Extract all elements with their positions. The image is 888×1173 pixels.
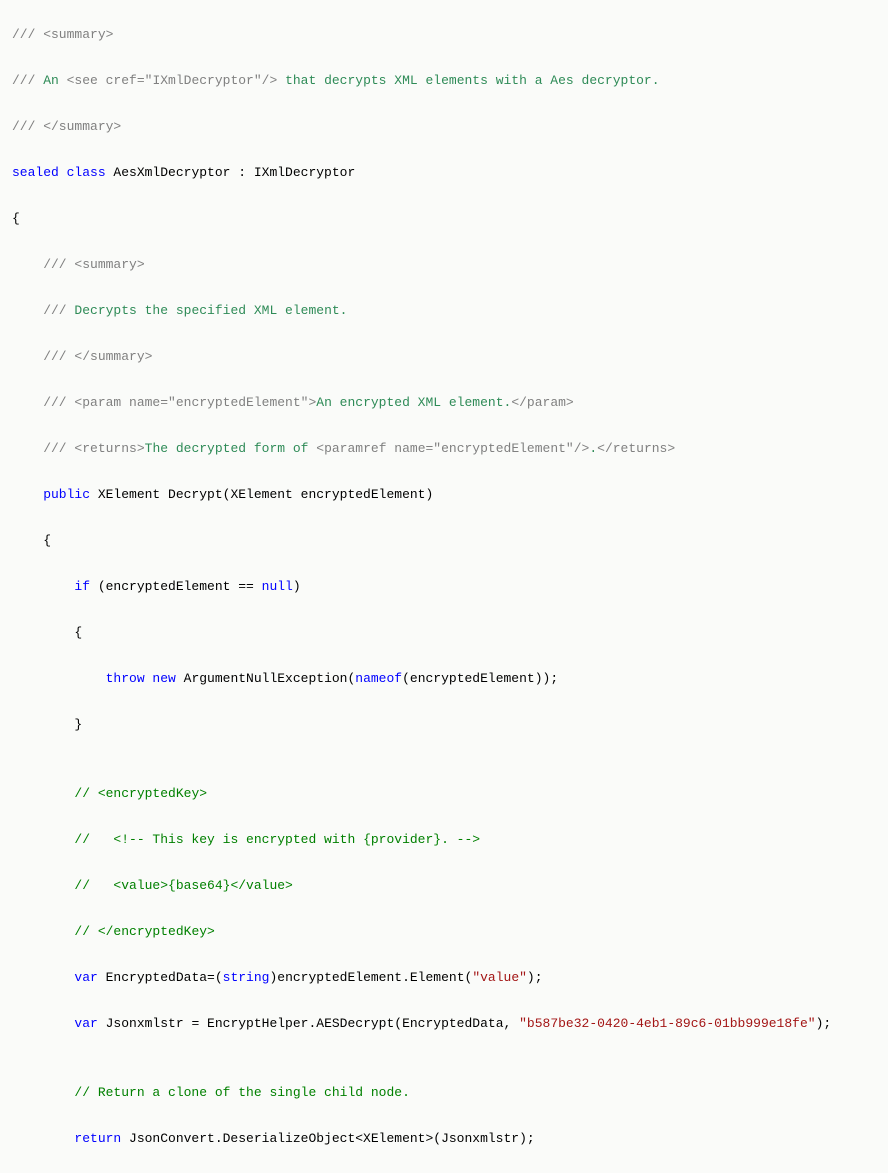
xml-doc-tag: <returns> — [74, 441, 144, 456]
code-block: /// <summary> /// An <see cref="IXmlDecr… — [0, 0, 888, 1173]
keyword: sealed — [12, 165, 59, 180]
xml-doc-tag: /// — [12, 441, 74, 456]
xml-doc-tag: </summary> — [74, 349, 152, 364]
xml-doc-tag: /// — [12, 257, 74, 272]
comment: // — [12, 832, 113, 847]
xml-doc-cref: <see cref="IXmlDecryptor"/> — [67, 73, 278, 88]
xml-doc-tag: /// <summary> — [12, 27, 113, 42]
keyword: string — [223, 970, 270, 985]
keyword: if — [12, 579, 90, 594]
code-text: (encryptedElement == — [90, 579, 262, 594]
code-text: Jsonxmlstr = EncryptHelper.AESDecrypt(En… — [98, 1016, 519, 1031]
xml-doc-text: An encrypted XML element. — [316, 395, 511, 410]
code-line: return JsonConvert.DeserializeObject<XEl… — [12, 1127, 876, 1150]
code-line: // Return a clone of the single child no… — [12, 1081, 876, 1104]
keyword: var — [12, 970, 98, 985]
code-text: AesXmlDecryptor : IXmlDecryptor — [106, 165, 356, 180]
string-literal: "value" — [472, 970, 527, 985]
code-text: EncryptedData=( — [98, 970, 223, 985]
code-line: /// <returns>The decrypted form of <para… — [12, 437, 876, 460]
xml-doc-text: Decrypts the specified XML element. — [74, 303, 347, 318]
comment: <value>{base64}</value> — [113, 878, 292, 893]
code-line: /// Decrypts the specified XML element. — [12, 299, 876, 322]
code-line: // <!-- This key is encrypted with {prov… — [12, 828, 876, 851]
xml-doc-tag: </returns> — [597, 441, 675, 456]
xml-doc-text: The decrypted form of — [145, 441, 317, 456]
brace: { — [12, 211, 20, 226]
code-text: ); — [527, 970, 543, 985]
code-text: XElement Decrypt(XElement encryptedEleme… — [90, 487, 433, 502]
code-line: /// <summary> — [12, 253, 876, 276]
code-line: // <encryptedKey> — [12, 782, 876, 805]
xml-doc-tag: <paramref name="encryptedElement"/> — [316, 441, 589, 456]
comment: // — [12, 878, 113, 893]
code-line: // <value>{base64}</value> — [12, 874, 876, 897]
code-line: { — [12, 529, 876, 552]
code-line: sealed class AesXmlDecryptor : IXmlDecry… — [12, 161, 876, 184]
code-text: )encryptedElement.Element( — [269, 970, 472, 985]
xml-doc-text: . — [589, 441, 597, 456]
keyword: var — [12, 1016, 98, 1031]
code-text: (encryptedElement)); — [402, 671, 558, 686]
xml-doc-tag: /// </summary> — [12, 119, 121, 134]
keyword: return — [12, 1131, 121, 1146]
xml-doc-tag: /// — [12, 349, 74, 364]
keyword: throw — [12, 671, 145, 686]
comment: </encryptedKey> — [98, 924, 215, 939]
code-line: if (encryptedElement == null) — [12, 575, 876, 598]
comment: <encryptedKey> — [98, 786, 207, 801]
keyword: nameof — [355, 671, 402, 686]
code-text: ); — [816, 1016, 832, 1031]
keyword: null — [262, 579, 293, 594]
code-line: /// <param name="encryptedElement">An en… — [12, 391, 876, 414]
keyword: new — [145, 671, 176, 686]
code-line: public XElement Decrypt(XElement encrypt… — [12, 483, 876, 506]
code-line: { — [12, 207, 876, 230]
xml-doc-tag: /// — [12, 303, 74, 318]
code-line: } — [12, 713, 876, 736]
comment: // — [12, 786, 98, 801]
code-line: /// An <see cref="IXmlDecryptor"/> that … — [12, 69, 876, 92]
code-line: /// </summary> — [12, 345, 876, 368]
xml-doc-text: that decrypts XML elements with a Aes de… — [277, 73, 659, 88]
comment: <!-- This key is encrypted with {provide… — [113, 832, 480, 847]
brace: { — [12, 625, 82, 640]
code-line: var EncryptedData=(string)encryptedEleme… — [12, 966, 876, 989]
code-line: throw new ArgumentNullException(nameof(e… — [12, 667, 876, 690]
xml-doc-tag: /// — [12, 73, 43, 88]
code-line: var Jsonxmlstr = EncryptHelper.AESDecryp… — [12, 1012, 876, 1035]
brace: } — [12, 717, 82, 732]
brace: { — [12, 533, 51, 548]
keyword: public — [12, 487, 90, 502]
keyword: class — [59, 165, 106, 180]
code-line: // </encryptedKey> — [12, 920, 876, 943]
string-literal: "b587be32-0420-4eb1-89c6-01bb999e18fe" — [519, 1016, 815, 1031]
xml-doc-tag: /// — [12, 395, 74, 410]
xml-doc-tag: <summary> — [74, 257, 144, 272]
code-line: /// <summary> — [12, 23, 876, 46]
xml-doc-tag: </param> — [511, 395, 573, 410]
xml-doc-text: An — [43, 73, 66, 88]
code-text: JsonConvert.DeserializeObject<XElement>(… — [121, 1131, 534, 1146]
code-line: /// </summary> — [12, 115, 876, 138]
comment: // Return a clone of the single child no… — [12, 1085, 410, 1100]
code-line: { — [12, 621, 876, 644]
comment: // — [12, 924, 98, 939]
code-text: ArgumentNullException( — [176, 671, 355, 686]
code-text: ) — [293, 579, 301, 594]
xml-doc-tag: <param name="encryptedElement"> — [74, 395, 316, 410]
